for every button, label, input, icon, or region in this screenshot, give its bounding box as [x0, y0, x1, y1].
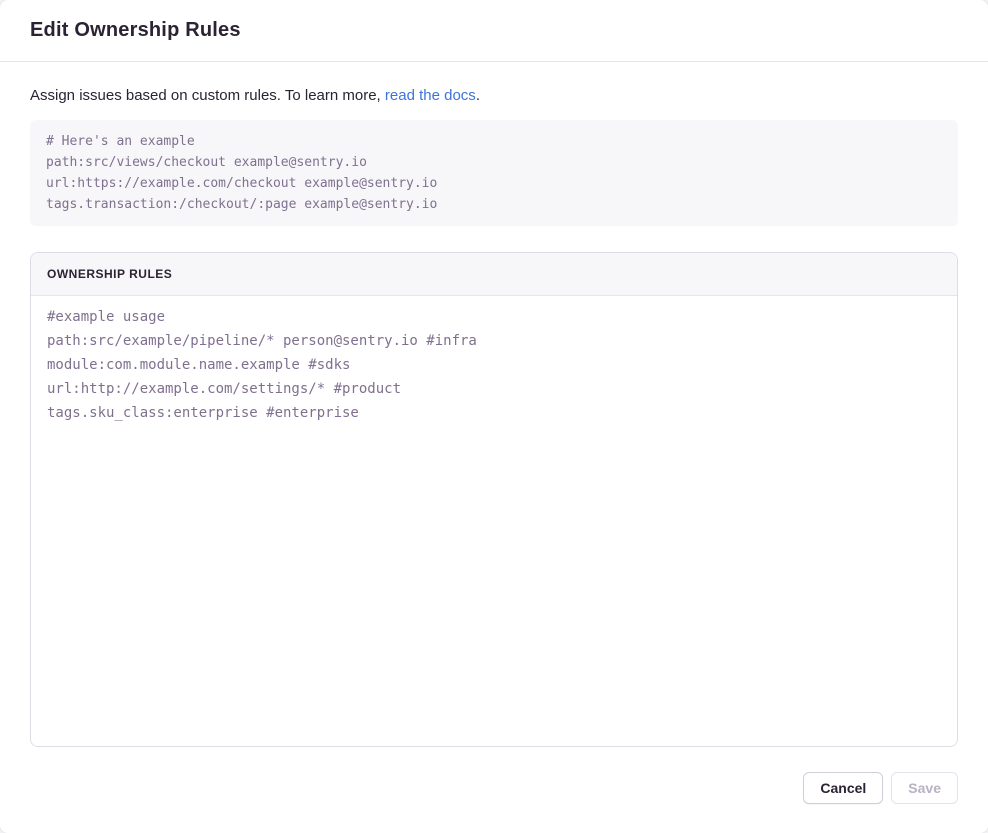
- modal-header: Edit Ownership Rules: [0, 0, 988, 62]
- read-the-docs-link[interactable]: read the docs: [385, 87, 476, 104]
- ownership-rules-panel: OWNERSHIP RULES: [30, 252, 958, 747]
- description-suffix: .: [476, 87, 480, 104]
- modal-footer: Cancel Save: [30, 772, 958, 804]
- description: Assign issues based on custom rules. To …: [30, 86, 958, 106]
- ownership-rules-panel-title: OWNERSHIP RULES: [47, 267, 172, 281]
- modal-title: Edit Ownership Rules: [30, 19, 241, 42]
- example-code-block: # Here's an example path:src/views/check…: [30, 120, 958, 226]
- save-button[interactable]: Save: [891, 772, 958, 804]
- ownership-rules-textarea[interactable]: [31, 296, 957, 746]
- ownership-rules-panel-header: OWNERSHIP RULES: [31, 253, 957, 296]
- edit-ownership-rules-modal: Edit Ownership Rules Assign issues based…: [0, 0, 988, 833]
- cancel-button[interactable]: Cancel: [803, 772, 883, 804]
- modal-body: Assign issues based on custom rules. To …: [0, 62, 988, 833]
- description-text: Assign issues based on custom rules. To …: [30, 87, 385, 104]
- example-code: # Here's an example path:src/views/check…: [46, 134, 437, 212]
